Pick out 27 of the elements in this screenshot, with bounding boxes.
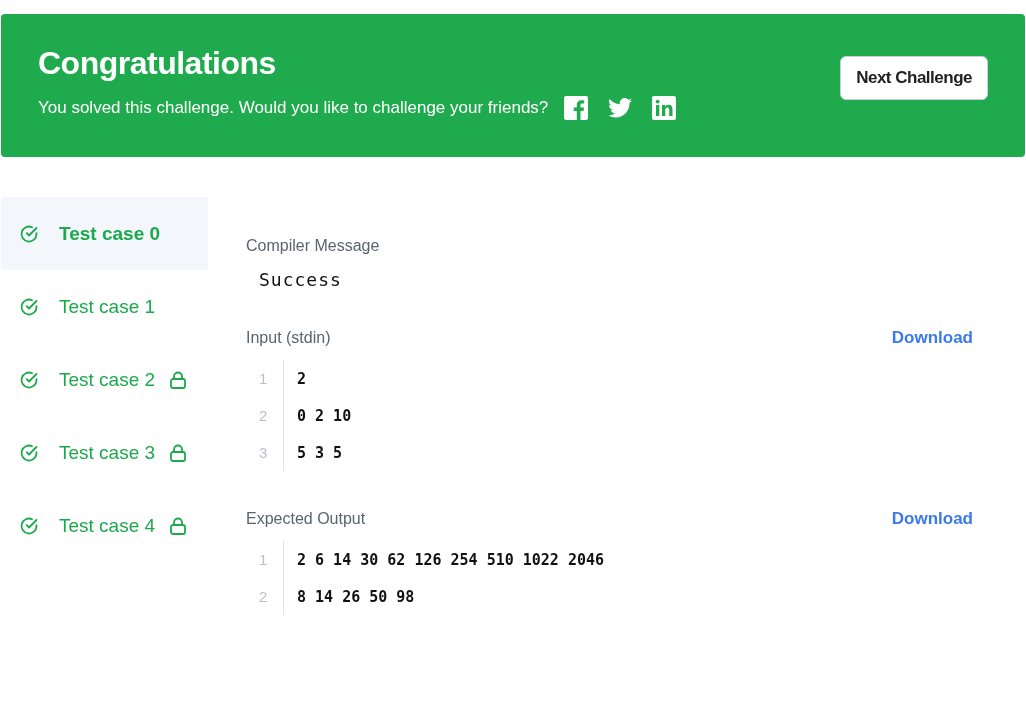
compiler-message: Success: [258, 268, 343, 290]
code-line: 0 2 10: [297, 407, 352, 425]
line-number: 2: [258, 587, 269, 607]
section-title: Compiler Message: [246, 237, 380, 255]
test-case-tab[interactable]: Test case 0: [1, 197, 208, 270]
section-title: Expected Output: [246, 510, 366, 528]
section-title: Input (stdin): [246, 329, 331, 347]
test-case-tab[interactable]: Test case 3: [1, 416, 208, 489]
test-case-tab[interactable]: Test case 4: [1, 489, 208, 562]
code-line: 2: [297, 370, 307, 388]
download-link[interactable]: Download: [891, 509, 973, 529]
bird-icon[interactable]: [608, 98, 633, 118]
line-number: 1: [258, 369, 269, 389]
banner-message: You solved this challenge. Would you like to challenge your friends?: [38, 98, 549, 118]
download-link[interactable]: Download: [891, 328, 973, 348]
test-case-tab[interactable]: Test case 2: [1, 343, 208, 416]
next-challenge-button[interactable]: Next Challenge: [840, 55, 988, 100]
code-line: 2 6 14 30 62 126 254 510 1022 2046: [297, 551, 605, 569]
line-number: 2: [258, 406, 269, 426]
facebook-icon[interactable]: [564, 96, 589, 120]
banner-title: Congratulations: [38, 45, 277, 82]
linkedin-icon[interactable]: [652, 96, 677, 120]
line-number: 3: [258, 443, 269, 463]
code-line: 8 14 26 50 98: [297, 588, 415, 606]
line-number: 1: [258, 550, 269, 570]
test-case-tab[interactable]: Test case 1: [1, 270, 208, 343]
code-line: 5 3 5: [297, 444, 343, 462]
